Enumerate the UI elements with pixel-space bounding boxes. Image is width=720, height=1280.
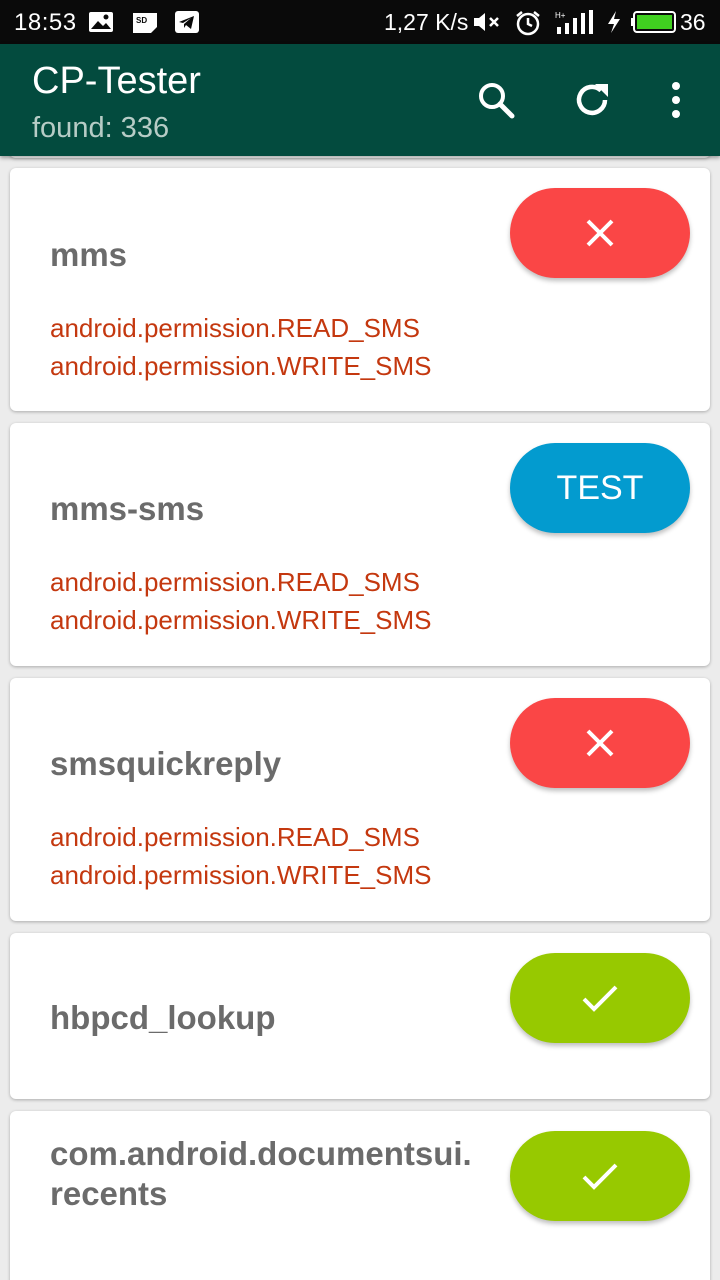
permission-write: android.permission.WRITE_SMS: [50, 605, 432, 635]
refresh-icon: [576, 84, 608, 116]
more-options-button[interactable]: [652, 76, 700, 124]
provider-name: com.android.documentsui. recents: [50, 1135, 472, 1212]
status-time: 18:53: [14, 9, 77, 36]
permission-read: android.permission.READ_SMS: [50, 822, 420, 852]
close-icon: [586, 729, 614, 757]
checkmark-icon: [582, 985, 618, 1012]
battery-percent: 36: [680, 9, 706, 35]
permission-read: android.permission.READ_SMS: [50, 567, 420, 597]
permission-read: android.permission.READ_SMS: [50, 313, 420, 343]
pass-status-button[interactable]: [510, 1131, 690, 1221]
found-count: found: 336: [32, 112, 170, 144]
provider-list[interactable]: mms android.permission.READ_SMS android.…: [0, 156, 720, 1280]
sd-card-icon: SD: [131, 10, 159, 39]
permission-write: android.permission.WRITE_SMS: [50, 860, 432, 890]
battery-icon: [630, 10, 678, 39]
charging-icon: [606, 10, 622, 39]
alarm-icon: [514, 10, 542, 41]
network-speed: 1,27 K/s: [384, 9, 469, 35]
app-title: CP-Tester: [32, 60, 201, 102]
telegram-icon: [174, 10, 200, 39]
svg-text:SD: SD: [136, 16, 147, 25]
provider-name: mms-sms: [50, 490, 205, 527]
provider-card: mms-sms android.permission.READ_SMS andr…: [10, 423, 710, 666]
app-bar: CP-Tester found: 336: [0, 44, 720, 156]
provider-name: hbpcd_lookup: [50, 999, 276, 1036]
provider-card: hbpcd_lookup: [10, 933, 710, 1099]
refresh-button[interactable]: [568, 76, 616, 124]
previous-card-edge: [10, 156, 710, 158]
image-notification-icon: [88, 10, 114, 39]
fail-status-button[interactable]: [510, 188, 690, 278]
permission-write: android.permission.WRITE_SMS: [50, 351, 432, 381]
search-icon: [479, 83, 515, 119]
provider-name: smsquickreply: [50, 745, 282, 782]
signal-icon: H+: [555, 10, 595, 41]
mute-icon: [472, 10, 502, 39]
test-button[interactable]: TEST: [510, 443, 690, 533]
provider-card: com.android.documentsui. recents: [10, 1111, 710, 1280]
provider-card: smsquickreply android.permission.READ_SM…: [10, 678, 710, 921]
status-bar: 18:53 SD 1,27 K/s H+ 36: [0, 0, 720, 44]
checkmark-icon: [582, 1163, 618, 1190]
svg-text:H+: H+: [555, 11, 566, 20]
close-icon: [586, 219, 614, 247]
fail-status-button[interactable]: [510, 698, 690, 788]
provider-card: mms android.permission.READ_SMS android.…: [10, 168, 710, 411]
search-button[interactable]: [472, 76, 520, 124]
pass-status-button[interactable]: [510, 953, 690, 1043]
provider-name: mms: [50, 236, 128, 273]
more-vert-icon: [672, 82, 680, 118]
